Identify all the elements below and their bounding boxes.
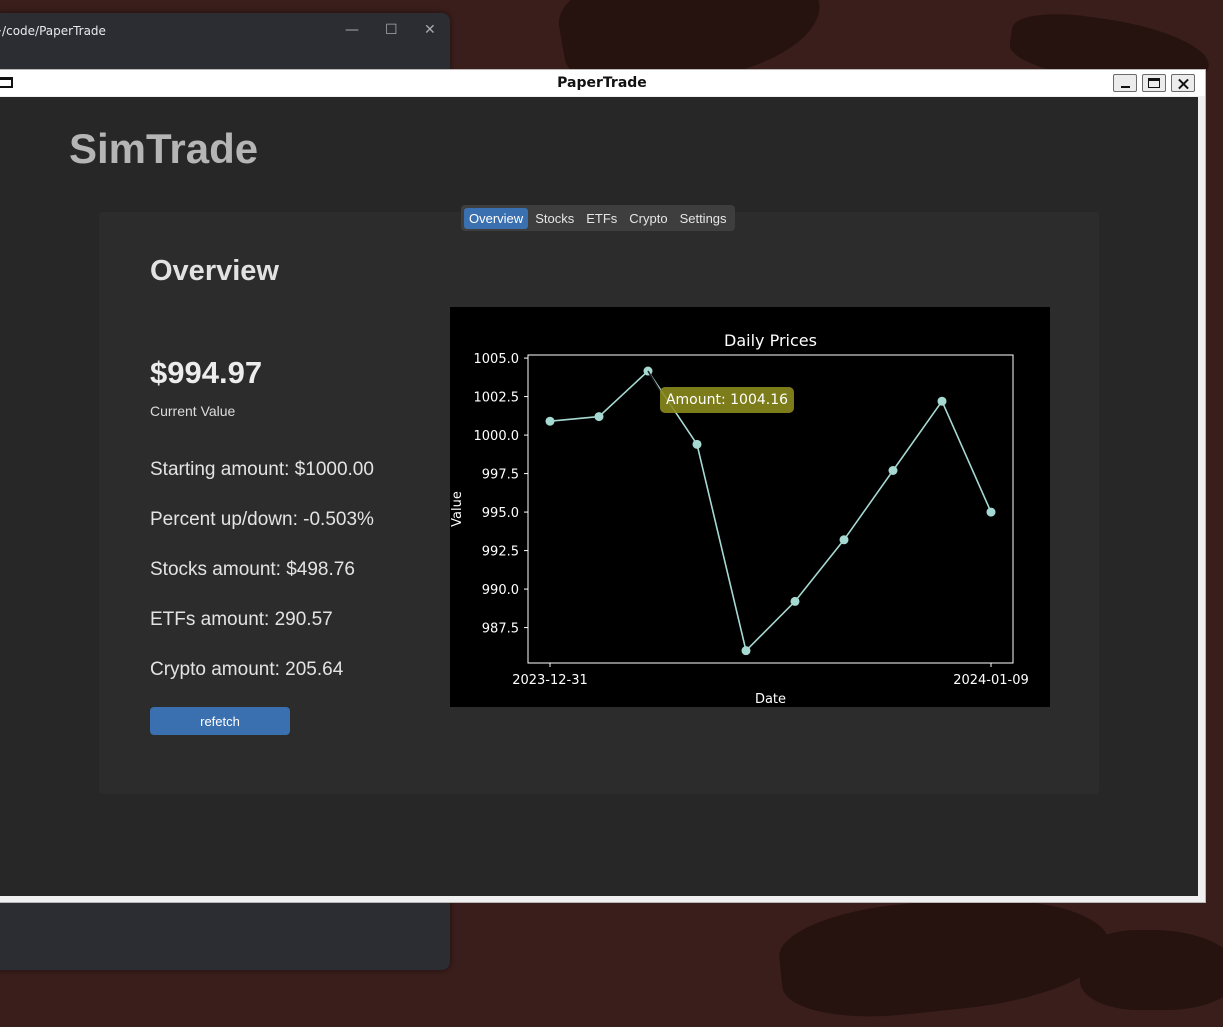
y-tick-label: 1000.0 xyxy=(474,429,520,444)
tab-crypto[interactable]: Crypto xyxy=(624,208,672,229)
x-axis-label: Date xyxy=(755,692,786,707)
percent-change-text: Percent up/down: -0.503% xyxy=(150,509,374,530)
current-value-label: Current Value xyxy=(150,403,236,419)
maximize-button[interactable] xyxy=(1142,74,1166,92)
current-value: $994.97 xyxy=(150,355,263,390)
x-tick-label: 2023-12-31 xyxy=(512,673,588,688)
wallpaper-shape xyxy=(1080,930,1223,1010)
price-point[interactable] xyxy=(986,507,996,517)
price-point[interactable] xyxy=(545,416,555,426)
y-tick-label: 1002.5 xyxy=(474,391,520,406)
y-axis-label: Value xyxy=(450,491,465,527)
window-title: PaperTrade xyxy=(557,75,647,91)
crypto-amount-text: Crypto amount: 205.64 xyxy=(150,659,344,680)
price-point[interactable] xyxy=(643,366,653,376)
minimize-button[interactable] xyxy=(1113,74,1137,92)
brand-logo: SimTrade xyxy=(69,125,259,172)
y-tick-label: 1005.0 xyxy=(474,352,520,367)
minimize-icon[interactable]: — xyxy=(345,13,359,47)
papertrade-window: PaperTrade SimTrade Overview Stocks ETFs… xyxy=(0,69,1206,903)
price-point[interactable] xyxy=(937,396,947,406)
tooltip-pointer xyxy=(647,370,661,392)
price-point[interactable] xyxy=(741,646,751,656)
price-point[interactable] xyxy=(888,466,898,475)
close-button[interactable] xyxy=(1171,74,1195,92)
x-tick-label: 2024-01-09 xyxy=(953,673,1029,688)
tab-settings[interactable]: Settings xyxy=(675,208,732,229)
tab-stocks[interactable]: Stocks xyxy=(530,208,579,229)
etfs-amount-text: ETFs amount: 290.57 xyxy=(150,609,333,630)
y-tick-label: 990.0 xyxy=(482,583,519,598)
y-tick-label: 995.0 xyxy=(482,506,519,521)
maximize-icon[interactable]: ☐ xyxy=(385,13,398,47)
tab-etfs[interactable]: ETFs xyxy=(581,208,622,229)
refetch-button[interactable]: refetch xyxy=(150,707,290,735)
price-point[interactable] xyxy=(692,439,702,449)
y-tick-label: 987.5 xyxy=(482,622,519,637)
y-tick-label: 992.5 xyxy=(482,545,519,560)
price-point[interactable] xyxy=(839,535,849,545)
background-window-titlebar[interactable]: ~/code/PaperTrade — ☐ ✕ xyxy=(0,13,450,49)
window-titlebar[interactable]: PaperTrade xyxy=(0,70,1205,96)
background-window-title: ~/code/PaperTrade xyxy=(0,24,106,38)
starting-amount-text: Starting amount: $1000.00 xyxy=(150,459,374,480)
chart-title: Daily Prices xyxy=(724,331,817,350)
chart-svg: 987.5 990.0 992.5 995.0 997.5 1000.0 1002.5 100… xyxy=(450,331,1029,707)
price-point[interactable] xyxy=(594,412,604,422)
tooltip-text: Amount: 1004.16 xyxy=(666,392,788,408)
close-icon[interactable]: ✕ xyxy=(424,13,436,47)
stocks-amount-text: Stocks amount: $498.76 xyxy=(150,559,355,580)
daily-prices-chart[interactable]: 987.5 990.0 992.5 995.0 997.5 1000.0 1002.5 100… xyxy=(450,307,1050,707)
app-content: SimTrade Overview Stocks ETFs Crypto Set… xyxy=(0,97,1198,896)
price-point[interactable] xyxy=(790,596,800,606)
tab-bar: Overview Stocks ETFs Crypto Settings xyxy=(461,205,735,231)
page-title: Overview xyxy=(150,255,279,287)
y-tick-label: 997.5 xyxy=(482,468,519,483)
tab-overview[interactable]: Overview xyxy=(464,207,529,229)
wallpaper-shape xyxy=(775,883,1115,1027)
